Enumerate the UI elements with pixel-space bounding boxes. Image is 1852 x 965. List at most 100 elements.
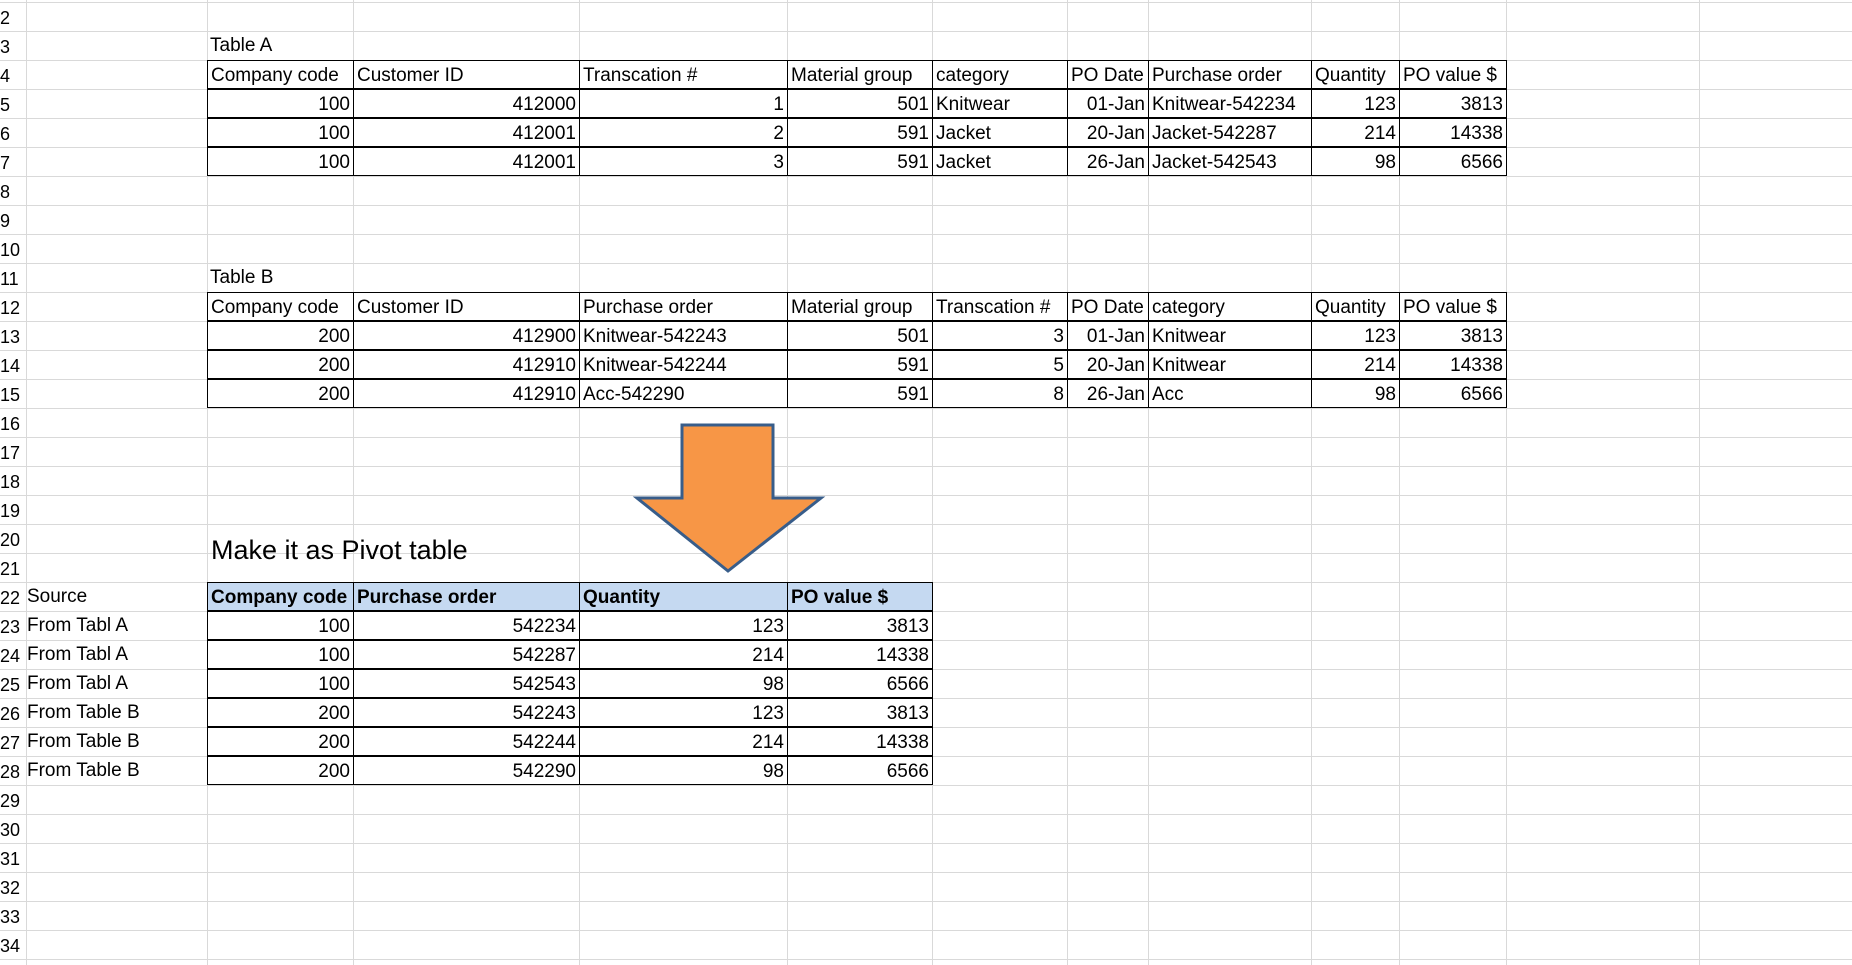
pivot-source-label[interactable]: From Table B xyxy=(24,727,143,756)
pivot-cell[interactable]: 542290 xyxy=(353,756,580,785)
row-number[interactable]: 30 xyxy=(0,816,22,845)
row-number[interactable]: 7 xyxy=(0,149,22,178)
table-a-header[interactable]: Customer ID xyxy=(353,60,580,89)
table-a-header[interactable]: PO Date xyxy=(1067,60,1149,89)
row-number[interactable]: 6 xyxy=(0,120,22,149)
row-number[interactable]: 32 xyxy=(0,874,22,903)
instruction-text[interactable]: Make it as Pivot table xyxy=(211,532,468,568)
table-a-cell[interactable]: 14338 xyxy=(1399,118,1507,147)
table-b-header[interactable]: Company code xyxy=(207,292,354,321)
table-a-cell[interactable]: 412001 xyxy=(353,118,580,147)
pivot-cell[interactable]: 3813 xyxy=(787,611,933,640)
table-a-cell[interactable]: 591 xyxy=(787,118,933,147)
row-number[interactable]: 14 xyxy=(0,352,22,381)
table-a-header[interactable]: Transcation # xyxy=(579,60,788,89)
row-number[interactable]: 4 xyxy=(0,62,22,91)
pivot-cell[interactable]: 200 xyxy=(207,756,354,785)
table-b-cell[interactable]: 20-Jan xyxy=(1067,350,1149,379)
table-b-title[interactable]: Table B xyxy=(207,263,276,292)
table-b-cell[interactable]: 412900 xyxy=(353,321,580,350)
table-b-cell[interactable]: Acc-542290 xyxy=(579,379,788,408)
table-a-cell[interactable]: 100 xyxy=(207,89,354,118)
row-number[interactable]: 10 xyxy=(0,236,22,265)
table-b-header[interactable]: PO value $ xyxy=(1399,292,1507,321)
table-b-cell[interactable]: 214 xyxy=(1311,350,1400,379)
table-b-cell[interactable]: Knitwear xyxy=(1148,350,1312,379)
table-a-header[interactable]: Company code xyxy=(207,60,354,89)
table-b-header[interactable]: category xyxy=(1148,292,1312,321)
pivot-source-label[interactable]: From Table B xyxy=(24,698,143,727)
table-b-cell[interactable]: 01-Jan xyxy=(1067,321,1149,350)
pivot-cell[interactable]: 100 xyxy=(207,669,354,698)
table-a-cell[interactable]: 2 xyxy=(579,118,788,147)
table-a-cell[interactable]: Jacket-542543 xyxy=(1148,147,1312,176)
row-number[interactable]: 31 xyxy=(0,845,22,874)
table-a-cell[interactable]: 214 xyxy=(1311,118,1400,147)
table-b-cell[interactable]: 26-Jan xyxy=(1067,379,1149,408)
pivot-cell[interactable]: 214 xyxy=(579,727,788,756)
table-b-cell[interactable]: 3813 xyxy=(1399,321,1507,350)
table-b-cell[interactable]: 591 xyxy=(787,350,933,379)
row-number[interactable]: 26 xyxy=(0,700,22,729)
row-number[interactable]: 12 xyxy=(0,294,22,323)
row-number[interactable]: 17 xyxy=(0,439,22,468)
table-a-cell[interactable]: 20-Jan xyxy=(1067,118,1149,147)
row-number[interactable]: 27 xyxy=(0,729,22,758)
row-number[interactable]: 25 xyxy=(0,671,22,700)
row-number[interactable]: 19 xyxy=(0,497,22,526)
table-b-header[interactable]: Transcation # xyxy=(932,292,1068,321)
table-a-cell[interactable]: 501 xyxy=(787,89,933,118)
table-b-cell[interactable]: 8 xyxy=(932,379,1068,408)
pivot-cell[interactable]: 214 xyxy=(579,640,788,669)
table-a-cell[interactable]: 100 xyxy=(207,147,354,176)
table-b-cell[interactable]: Acc xyxy=(1148,379,1312,408)
table-b-cell[interactable]: Knitwear-542244 xyxy=(579,350,788,379)
row-number[interactable]: 34 xyxy=(0,932,22,961)
table-a-header[interactable]: PO value $ xyxy=(1399,60,1507,89)
row-number[interactable]: 8 xyxy=(0,178,22,207)
table-a-cell[interactable]: 6566 xyxy=(1399,147,1507,176)
row-number[interactable]: 15 xyxy=(0,381,22,410)
table-b-cell[interactable]: 14338 xyxy=(1399,350,1507,379)
table-a-cell[interactable]: 1 xyxy=(579,89,788,118)
table-a-cell[interactable]: 01-Jan xyxy=(1067,89,1149,118)
table-b-cell[interactable]: 200 xyxy=(207,379,354,408)
pivot-cell[interactable]: 14338 xyxy=(787,727,933,756)
row-number[interactable]: 24 xyxy=(0,642,22,671)
table-a-cell[interactable]: Knitwear xyxy=(932,89,1068,118)
row-number[interactable]: 9 xyxy=(0,207,22,236)
table-a-cell[interactable]: Knitwear-542234 xyxy=(1148,89,1312,118)
table-b-cell[interactable]: 200 xyxy=(207,350,354,379)
row-number[interactable]: 28 xyxy=(0,758,22,787)
table-a-title[interactable]: Table A xyxy=(207,31,275,60)
table-a-cell[interactable]: 3813 xyxy=(1399,89,1507,118)
row-number[interactable]: 29 xyxy=(0,787,22,816)
pivot-cell[interactable]: 6566 xyxy=(787,669,933,698)
table-a-header[interactable]: Purchase order xyxy=(1148,60,1312,89)
down-arrow-shape[interactable] xyxy=(632,423,826,575)
row-number[interactable]: 20 xyxy=(0,526,22,555)
pivot-cell[interactable]: 6566 xyxy=(787,756,933,785)
pivot-cell[interactable]: 14338 xyxy=(787,640,933,669)
table-b-cell[interactable]: 412910 xyxy=(353,379,580,408)
table-a-cell[interactable]: 100 xyxy=(207,118,354,147)
row-number[interactable]: 22 xyxy=(0,584,22,613)
table-a-cell[interactable]: 98 xyxy=(1311,147,1400,176)
pivot-cell[interactable]: 200 xyxy=(207,698,354,727)
row-number[interactable]: 2 xyxy=(0,4,22,33)
pivot-cell[interactable]: 98 xyxy=(579,669,788,698)
pivot-cell[interactable]: 542234 xyxy=(353,611,580,640)
table-a-cell[interactable]: Jacket-542287 xyxy=(1148,118,1312,147)
table-a-header[interactable]: Quantity xyxy=(1311,60,1400,89)
row-number[interactable]: 5 xyxy=(0,91,22,120)
table-b-cell[interactable]: 123 xyxy=(1311,321,1400,350)
pivot-cell[interactable]: 542287 xyxy=(353,640,580,669)
pivot-cell[interactable]: 123 xyxy=(579,611,788,640)
table-b-cell[interactable]: 412910 xyxy=(353,350,580,379)
row-number[interactable]: 13 xyxy=(0,323,22,352)
pivot-header[interactable]: PO value $ xyxy=(787,582,933,611)
table-a-cell[interactable]: Jacket xyxy=(932,118,1068,147)
table-a-cell[interactable]: 591 xyxy=(787,147,933,176)
table-a-cell[interactable]: 3 xyxy=(579,147,788,176)
row-number[interactable]: 11 xyxy=(0,265,22,294)
